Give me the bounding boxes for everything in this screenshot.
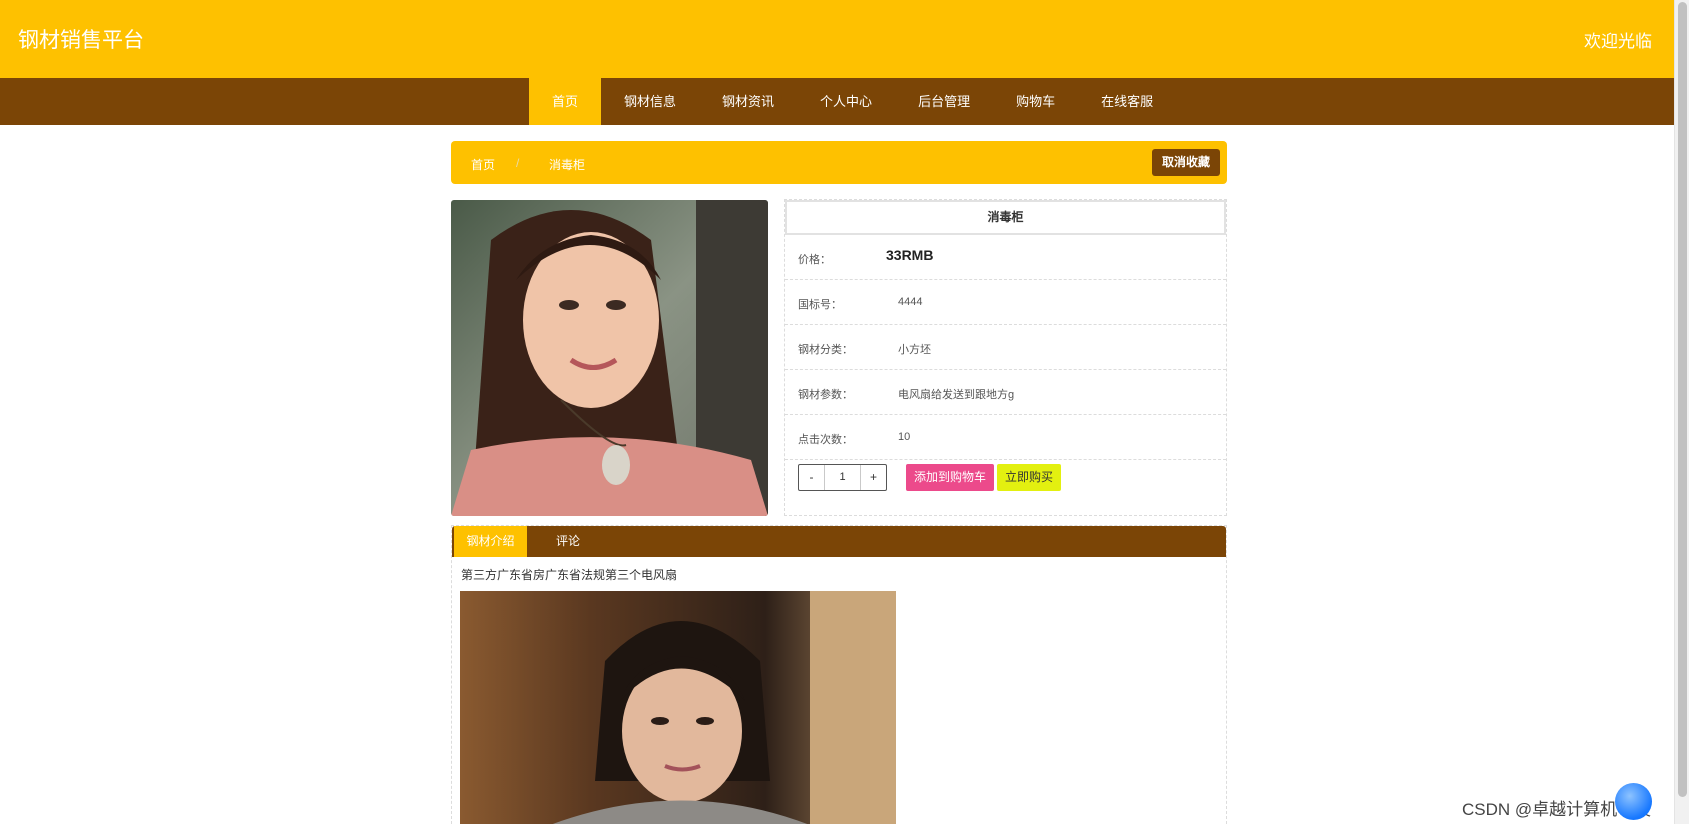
detail-tabs-panel: 钢材介绍 评论 第三方广东省房广东省法规第三个电风扇 <box>451 525 1227 824</box>
params-row: 钢材参数： 电风扇给发送到跟地方g <box>785 370 1226 415</box>
breadcrumb-current: 消毒柜 <box>549 158 586 172</box>
nav-item-admin[interactable]: 后台管理 <box>895 78 993 125</box>
floating-assistant-icon[interactable] <box>1615 783 1652 820</box>
product-info-panel: 消毒柜 价格： 33RMB 国标号： 4444 钢材分类： 小方坯 钢材参数： … <box>784 199 1227 516</box>
category-label: 钢材分类： <box>798 344 853 356</box>
purchase-controls: - 1 + 添加到购物车 立即购买 <box>785 462 1226 502</box>
quantity-minus-button[interactable]: - <box>799 465 824 490</box>
nav-item-personal-center[interactable]: 个人中心 <box>797 78 895 125</box>
buy-now-button[interactable]: 立即购买 <box>997 464 1062 491</box>
code-row: 国标号： 4444 <box>785 280 1226 325</box>
nav-item-cart[interactable]: 购物车 <box>993 78 1078 125</box>
quantity-stepper: - 1 + <box>798 464 887 491</box>
clicks-row: 点击次数： 10 <box>785 415 1226 460</box>
nav-item-home[interactable]: 首页 <box>529 78 602 125</box>
welcome-text: 欢迎光临 <box>1584 32 1652 51</box>
category-row: 钢材分类： 小方坯 <box>785 325 1226 370</box>
quantity-input[interactable]: 1 <box>824 465 861 490</box>
nav-item-steel-info[interactable]: 钢材信息 <box>601 78 699 125</box>
tab-bar: 钢材介绍 评论 <box>452 526 1226 557</box>
nav-item-steel-news[interactable]: 钢材资讯 <box>699 78 797 125</box>
main-nav: 首页 钢材信息 钢材资讯 个人中心 后台管理 购物车 在线客服 <box>0 78 1674 125</box>
unfavorite-button[interactable]: 取消收藏 <box>1151 149 1220 176</box>
page-scrollbar[interactable] <box>1674 0 1689 824</box>
breadcrumb-separator: / <box>516 156 520 170</box>
product-title: 消毒柜 <box>785 200 1226 235</box>
add-to-cart-button[interactable]: 添加到购物车 <box>906 464 995 491</box>
tab-comment[interactable]: 评论 <box>556 526 580 557</box>
product-image <box>451 200 768 516</box>
nav-item-customer-service[interactable]: 在线客服 <box>1078 78 1176 125</box>
params-value: 电风扇给发送到跟地方g <box>898 389 1015 401</box>
clicks-label: 点击次数： <box>798 434 853 446</box>
tab-intro[interactable]: 钢材介绍 <box>454 526 527 557</box>
intro-text: 第三方广东省房广东省法规第三个电风扇 <box>461 568 678 582</box>
price-label: 价格： <box>798 254 831 266</box>
price-row: 价格： 33RMB <box>785 235 1226 280</box>
scrollbar-thumb[interactable] <box>1678 2 1687 797</box>
code-value: 4444 <box>898 296 923 308</box>
clicks-value: 10 <box>898 431 911 443</box>
category-value: 小方坯 <box>898 344 931 356</box>
intro-image <box>460 591 896 824</box>
params-label: 钢材参数： <box>798 389 853 401</box>
code-label: 国标号： <box>798 299 842 311</box>
quantity-plus-button[interactable]: + <box>861 465 886 490</box>
header-bar: 钢材销售平台 欢迎光临 <box>0 0 1674 78</box>
breadcrumb-home-link[interactable]: 首页 <box>471 156 495 173</box>
breadcrumb: 首页 / 消毒柜 取消收藏 <box>451 141 1227 184</box>
site-title[interactable]: 钢材销售平台 <box>18 24 144 54</box>
price-value: 33RMB <box>886 247 934 263</box>
